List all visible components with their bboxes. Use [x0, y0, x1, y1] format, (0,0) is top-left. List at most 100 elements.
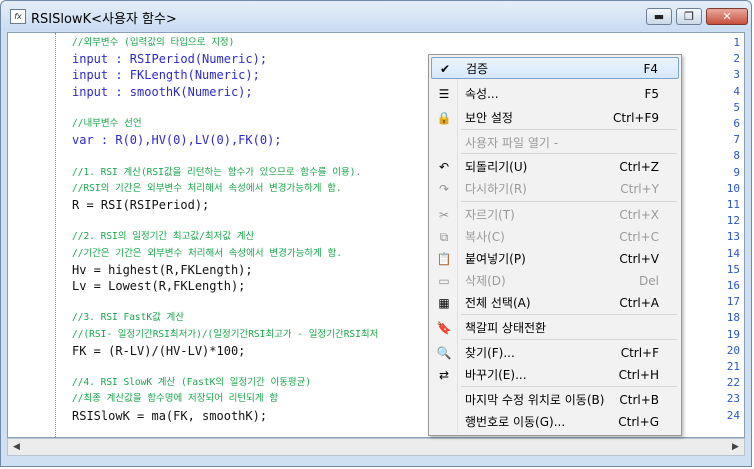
- line-number: 9: [733, 165, 740, 179]
- menu-item-shortcut: Ctrl+V: [619, 252, 659, 266]
- menu-item-label: 복사(C): [465, 230, 505, 244]
- code-line[interactable]: //외부변수 (입력값의 타입으로 지정): [72, 35, 234, 51]
- menu-item-label: 행번호로 이동(G)...: [465, 415, 566, 429]
- code-line[interactable]: //기간은 기간은 외부변수 처리해서 속성에서 변경가능하게 함.: [72, 246, 342, 262]
- line-number: 11: [726, 198, 740, 211]
- menu-item-label: 삭제(D): [465, 274, 506, 288]
- horizontal-scrollbar[interactable]: ◀ ▶: [7, 438, 745, 456]
- menu-item-label: 책갈피 상태전환: [465, 321, 547, 335]
- menu-item-shortcut: F4: [643, 62, 658, 76]
- menu-cut[interactable]: ✂ 자르기(T) Ctrl+X: [431, 204, 679, 226]
- code-line[interactable]: //1. RSI 계산(RSI값을 리턴하는 함수가 있으므로 함수를 이용).: [72, 165, 361, 181]
- line-number: 14: [726, 246, 740, 260]
- close-button[interactable]: ✕: [706, 8, 748, 25]
- code-line[interactable]: //(RSI- 일정기간RSI최저가)/(일정기간RSI최고가 - 일정기간RS…: [72, 327, 378, 343]
- menu-item-label: 속성...: [465, 87, 499, 101]
- find-icon: 🔍: [436, 346, 452, 360]
- code-line[interactable]: input : smoothK(Numeric);: [72, 84, 253, 100]
- line-number: 17: [726, 295, 740, 309]
- menu-item-shortcut: Ctrl+G: [618, 415, 659, 429]
- code-line[interactable]: Lv = Lowest(R,FKLength);: [72, 278, 245, 294]
- line-number: 20: [726, 343, 740, 357]
- line-number: 19: [726, 327, 740, 341]
- menu-goto-last-edit[interactable]: 마지막 수정 위치로 이동(B) Ctrl+B: [431, 389, 679, 411]
- code-line[interactable]: //내부변수 선언: [72, 116, 142, 132]
- code-line[interactable]: Hv = highest(R,FKLength);: [72, 262, 253, 278]
- line-number: 6: [733, 117, 740, 130]
- line-number: 18: [726, 311, 740, 325]
- minimize-button[interactable]: ▬: [646, 8, 672, 25]
- menu-separator: [461, 339, 677, 340]
- code-line[interactable]: input : FKLength(Numeric);: [72, 67, 260, 83]
- menu-item-shortcut: Ctrl+F: [620, 346, 659, 360]
- code-line[interactable]: //2. RSI의 일정기간 최고값/최저값 계산: [72, 229, 254, 245]
- undo-icon: ↶: [438, 160, 450, 174]
- code-line[interactable]: //3. RSI FastK값 계산: [72, 310, 184, 326]
- menu-paste[interactable]: 📋 붙여넣기(P) Ctrl+V: [431, 248, 679, 270]
- verify-icon: ✔: [439, 62, 451, 76]
- menu-open-user-file[interactable]: 사용자 파일 열기 -: [431, 132, 679, 154]
- menu-copy[interactable]: ⧉ 복사(C) Ctrl+C: [431, 226, 679, 248]
- menu-replace[interactable]: ⇄ 바꾸기(E)... Ctrl+H: [431, 364, 679, 386]
- title-bar[interactable]: fx RSISlowK<사용자 함수> ▬ ❐ ✕: [1, 1, 751, 31]
- line-number: 13: [726, 230, 740, 244]
- line-number: 24: [726, 408, 740, 422]
- line-number: 2: [733, 52, 740, 66]
- line-number: 16: [726, 279, 740, 292]
- delete-icon: ▭: [438, 274, 450, 288]
- menu-redo[interactable]: ↷ 다시하기(R) Ctrl+Y: [431, 178, 679, 200]
- menu-separator: [461, 201, 677, 202]
- menu-security[interactable]: 🔒 보안 설정 Ctrl+F9: [431, 107, 679, 129]
- code-line[interactable]: //최종 계산값을 함수명에 저장되어 리턴되게 함: [72, 391, 278, 407]
- code-line[interactable]: var : R(0),HV(0),LV(0),FK(0);: [72, 132, 282, 148]
- code-line[interactable]: //RSI의 기간은 외부변수 처리해서 속성에서 변경가능하게 함.: [72, 181, 342, 197]
- menu-item-shortcut: Ctrl+A: [619, 296, 659, 310]
- select-all-icon: ▦: [438, 296, 450, 310]
- menu-bookmark-toggle[interactable]: 🔖 책갈피 상태전환: [431, 317, 679, 339]
- properties-icon: ☰: [438, 87, 450, 101]
- menu-item-label: 보안 설정: [465, 111, 513, 125]
- paste-icon: 📋: [436, 252, 452, 266]
- lock-icon: 🔒: [436, 111, 452, 125]
- line-number: 10: [726, 181, 740, 195]
- copy-icon: ⧉: [439, 230, 449, 244]
- menu-select-all[interactable]: ▦ 전체 선택(A) Ctrl+A: [431, 292, 679, 314]
- scroll-left-arrow-icon[interactable]: ◀: [8, 439, 25, 455]
- line-number: 23: [726, 392, 740, 406]
- menu-properties[interactable]: ☰ 속성... F5: [431, 83, 679, 105]
- code-line[interactable]: input : RSIPeriod(Numeric);: [72, 51, 267, 67]
- menu-item-label: 되돌리기(U): [465, 160, 528, 174]
- line-number: 3: [733, 68, 740, 82]
- menu-item-label: 다시하기(R): [465, 182, 527, 196]
- menu-verify[interactable]: ✔ 검증 F4: [431, 57, 679, 79]
- line-number: 22: [726, 376, 740, 390]
- menu-item-label: 붙여넣기(P): [465, 252, 526, 266]
- line-number: 21: [726, 360, 740, 373]
- menu-item-label: 찾기(F)...: [465, 346, 515, 360]
- menu-item-shortcut: Ctrl+B: [619, 393, 659, 407]
- menu-find[interactable]: 🔍 찾기(F)... Ctrl+F: [431, 342, 679, 364]
- menu-item-label: 마지막 수정 위치로 이동(B): [465, 393, 605, 407]
- menu-goto-line[interactable]: 행번호로 이동(G)... Ctrl+G: [431, 411, 679, 433]
- menu-separator: [461, 129, 677, 130]
- code-line[interactable]: FK = (R-LV)/(HV-LV)*100;: [72, 343, 245, 359]
- line-number: 4: [733, 84, 740, 98]
- menu-delete[interactable]: ▭ 삭제(D) Del: [431, 270, 679, 292]
- menu-item-shortcut: Ctrl+C: [619, 230, 659, 244]
- menu-item-shortcut: Ctrl+Y: [620, 182, 659, 196]
- replace-icon: ⇄: [438, 368, 450, 382]
- scroll-right-arrow-icon[interactable]: ▶: [727, 439, 744, 455]
- menu-item-shortcut: Ctrl+F9: [613, 111, 659, 125]
- code-line[interactable]: //4. RSI SlowK 계산 (FastK의 일정기간 이동평균): [72, 375, 311, 391]
- line-number: 15: [726, 262, 740, 276]
- code-line[interactable]: R = RSI(RSIPeriod);: [72, 197, 209, 213]
- menu-item-label: 사용자 파일 열기 -: [465, 136, 559, 150]
- code-line[interactable]: RSISlowK = ma(FK, smoothK);: [72, 408, 267, 424]
- line-number-gutter: [8, 33, 56, 437]
- line-number: 5: [733, 100, 740, 114]
- menu-undo[interactable]: ↶ 되돌리기(U) Ctrl+Z: [431, 156, 679, 178]
- cut-icon: ✂: [438, 208, 450, 222]
- context-menu: ✔ 검증 F4 ☰ 속성... F5 🔒 보안 설정 Ctrl+F9 사용자 파일 열기 - ↶ 되돌…: [428, 54, 682, 436]
- menu-item-shortcut: F5: [644, 87, 659, 101]
- restore-button[interactable]: ❐: [676, 8, 702, 25]
